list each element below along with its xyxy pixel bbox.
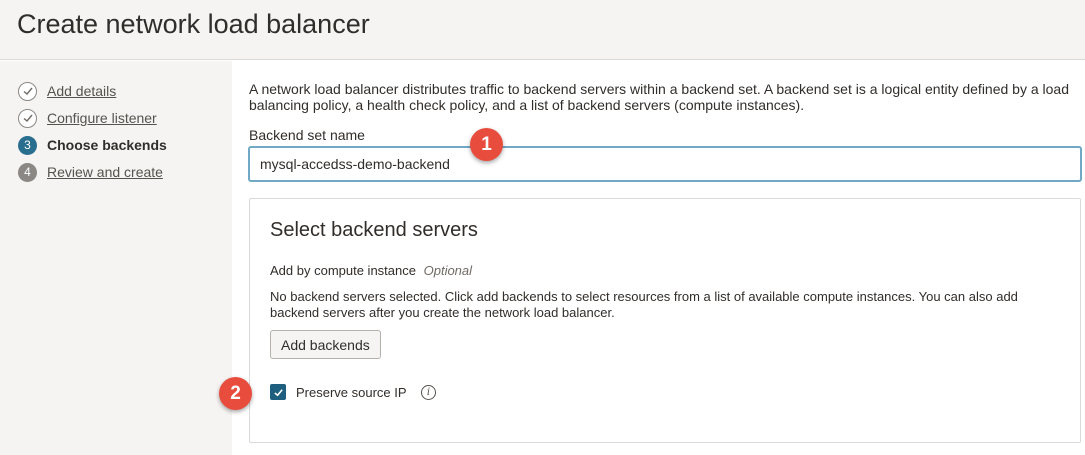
step-number-badge: 3 bbox=[18, 135, 37, 155]
step-label[interactable]: Review and create bbox=[47, 164, 163, 180]
step-number-badge: 4 bbox=[18, 162, 37, 182]
add-backends-button[interactable]: Add backends bbox=[270, 330, 381, 359]
step-label: Choose backends bbox=[47, 137, 167, 153]
card-title: Select backend servers bbox=[270, 219, 478, 241]
main-content: A network load balancer distributes traf… bbox=[232, 61, 1085, 455]
step-label[interactable]: Add details bbox=[47, 83, 116, 99]
step-configure-listener[interactable]: Configure listener bbox=[18, 108, 157, 128]
backend-set-name-label: Backend set name bbox=[249, 127, 365, 143]
preserve-source-ip-label[interactable]: Preserve source IP bbox=[296, 385, 407, 400]
helper-text: No backend servers selected. Click add b… bbox=[270, 289, 1018, 320]
add-by-compute-label: Add by compute instance Optional bbox=[270, 263, 472, 278]
callout-badge-1: 1 bbox=[470, 128, 503, 161]
page-header: Create network load balancer bbox=[0, 0, 1085, 60]
info-icon[interactable]: i bbox=[421, 385, 436, 400]
select-backend-servers-card: Select backend servers Add by compute in… bbox=[249, 198, 1081, 443]
add-by-compute-text: Add by compute instance bbox=[270, 263, 416, 278]
check-icon bbox=[18, 81, 37, 101]
step-review-and-create[interactable]: 4 Review and create bbox=[18, 162, 163, 182]
preserve-source-ip-checkbox[interactable] bbox=[270, 384, 286, 400]
check-icon bbox=[18, 108, 37, 128]
backend-set-name-input[interactable] bbox=[248, 146, 1082, 182]
step-label[interactable]: Configure listener bbox=[47, 110, 157, 126]
optional-hint: Optional bbox=[423, 263, 473, 278]
page-title: Create network load balancer bbox=[17, 9, 370, 39]
intro-text: A network load balancer distributes traf… bbox=[249, 81, 1069, 113]
wizard-steps: Add details Configure listener 3 Choose … bbox=[0, 61, 232, 455]
checkmark-icon bbox=[273, 388, 283, 396]
step-choose-backends: 3 Choose backends bbox=[18, 135, 167, 155]
step-add-details[interactable]: Add details bbox=[18, 81, 116, 101]
callout-badge-2: 2 bbox=[219, 377, 252, 410]
